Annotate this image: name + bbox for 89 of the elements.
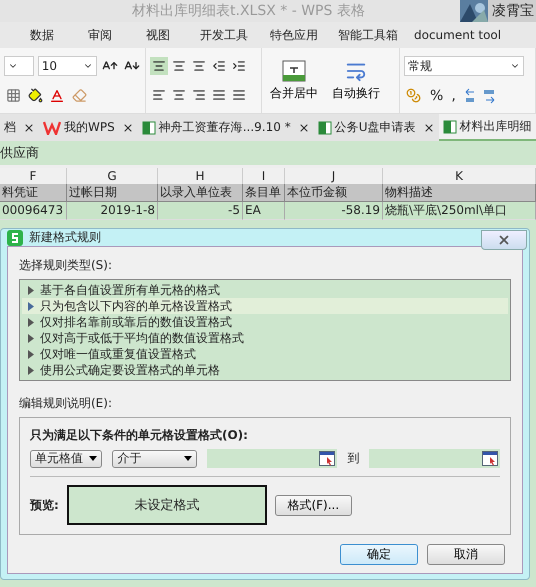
table-cell: 烧瓶\平底\250ml\单口 bbox=[383, 202, 536, 220]
close-button[interactable] bbox=[481, 230, 527, 250]
item-label: 仅对唯一值或重复值设置格式 bbox=[40, 346, 196, 362]
tab-label: 神舟工资董存海...9.10 * bbox=[158, 119, 291, 136]
rule-type-item[interactable]: 只为包含以下内容的单元格设置格式 bbox=[22, 298, 508, 314]
spreadsheet-icon bbox=[442, 120, 456, 134]
cell-content: 供应商 bbox=[0, 145, 39, 162]
document-tab[interactable]: 我的WPS bbox=[39, 114, 138, 141]
item-label: 只为包含以下内容的单元格设置格式 bbox=[40, 298, 232, 314]
item-label: 基于各自值设置所有单元格的格式 bbox=[40, 282, 220, 298]
close-icon[interactable] bbox=[23, 122, 35, 134]
fill-color-icon[interactable] bbox=[26, 86, 44, 105]
section-label: 编辑规则说明(E): bbox=[19, 395, 113, 412]
rule-type-item[interactable]: 基于各自值设置所有单元格的格式 bbox=[22, 282, 508, 298]
tab-label: 档 bbox=[4, 119, 16, 136]
preview-label: 预览: bbox=[30, 496, 59, 514]
close-icon[interactable] bbox=[422, 122, 434, 134]
comma-button[interactable]: , bbox=[451, 88, 456, 104]
rule-type-item[interactable]: 仅对唯一值或重复值设置格式 bbox=[22, 346, 508, 362]
tab-label: 我的WPS bbox=[64, 119, 115, 136]
cell-picker-icon bbox=[319, 451, 336, 466]
column-header: G bbox=[67, 168, 158, 184]
menu-tab[interactable]: 数据 bbox=[30, 26, 54, 44]
user-name: 凌霄宝 bbox=[492, 2, 535, 20]
menu-tab[interactable]: document tool bbox=[414, 28, 502, 42]
document-tab[interactable]: 材料出库明细 bbox=[438, 114, 536, 141]
number-format-select[interactable]: 常规 bbox=[404, 56, 524, 76]
merge-center-button[interactable]: 合并居中 bbox=[266, 60, 322, 102]
rule-type-item[interactable]: 仅对高于或低于平均值的数值设置格式 bbox=[22, 330, 508, 346]
document-tab[interactable]: 档 bbox=[0, 114, 39, 141]
merge-cells-icon bbox=[282, 60, 306, 82]
column-header: I bbox=[243, 168, 285, 184]
column-header: K bbox=[383, 168, 536, 184]
value-field[interactable] bbox=[369, 449, 500, 468]
section-label: 选择规则类型(S): bbox=[19, 257, 114, 274]
table-cell: 2019-1-8 bbox=[67, 202, 158, 220]
table-cell: 料凭证 bbox=[0, 184, 67, 202]
currency-icon[interactable] bbox=[404, 86, 422, 105]
cell-picker-icon bbox=[482, 451, 498, 466]
format-button[interactable]: 格式(F)... bbox=[274, 494, 352, 516]
document-tab[interactable]: 公务U盘申请表 bbox=[314, 114, 438, 141]
value-field[interactable] bbox=[206, 449, 338, 468]
operand-dropdown[interactable]: 单元格值 bbox=[30, 450, 102, 468]
format-preview: 未设定格式 bbox=[66, 485, 267, 525]
spreadsheet-icon bbox=[318, 120, 332, 134]
wrap-text-button[interactable]: 自动换行 bbox=[328, 60, 384, 102]
menu-tab[interactable]: 审阅 bbox=[88, 26, 112, 44]
dialog-title: 新建格式规则 bbox=[29, 229, 101, 246]
dropdown-arrow-icon bbox=[184, 456, 192, 461]
operator-dropdown[interactable]: 介于 bbox=[112, 450, 197, 468]
column-header: H bbox=[158, 168, 243, 184]
window-title: 材料出库明细表t.XLSX * - WPS 表格 bbox=[132, 2, 365, 20]
item-label: 仅对高于或低于平均值的数值设置格式 bbox=[40, 330, 244, 346]
table-cell: 物料描述 bbox=[383, 184, 536, 202]
rule-type-item[interactable]: 使用公式确定要设置格式的单元格 bbox=[22, 362, 508, 378]
table-cell: EA bbox=[243, 202, 285, 220]
percent-button[interactable]: % bbox=[430, 88, 444, 104]
condition-label: 只为满足以下条件的单元格设置格式(O): bbox=[30, 427, 249, 444]
align-top-icon[interactable] bbox=[150, 56, 168, 75]
ok-button[interactable]: 确定 bbox=[340, 544, 418, 565]
column-header: J bbox=[285, 168, 383, 184]
spreadsheet-icon bbox=[142, 120, 156, 134]
item-label: 使用公式确定要设置格式的单元格 bbox=[40, 362, 220, 378]
table-cell: 条目单 bbox=[243, 184, 285, 202]
document-tab[interactable]: 神舟工资董存海...9.10 * bbox=[138, 114, 314, 141]
menu-tab[interactable]: 开发工具 bbox=[200, 26, 248, 44]
menu-tab[interactable]: 特色应用 bbox=[270, 26, 318, 44]
font-size-select[interactable]: 10 bbox=[38, 56, 98, 76]
table-cell: -5 bbox=[158, 202, 243, 220]
tab-label: 材料出库明细 bbox=[460, 118, 532, 135]
table-cell: 以录入单位表 bbox=[158, 184, 243, 202]
close-icon bbox=[497, 233, 511, 247]
column-header: F bbox=[0, 168, 67, 184]
table-cell: -58.19 bbox=[285, 202, 383, 220]
dropdown-arrow-icon bbox=[89, 456, 98, 461]
menu-tab[interactable]: 智能工具箱 bbox=[338, 26, 398, 44]
menu-tab[interactable]: 视图 bbox=[146, 26, 170, 44]
close-icon[interactable] bbox=[298, 122, 310, 134]
cancel-button[interactable]: 取消 bbox=[427, 544, 505, 565]
w-logo-icon bbox=[43, 120, 61, 134]
close-icon[interactable] bbox=[122, 122, 134, 134]
tab-label: 公务U盘申请表 bbox=[334, 119, 416, 136]
app-logo-icon bbox=[7, 230, 23, 246]
to-label: 到 bbox=[347, 450, 360, 467]
table-cell: 过帐日期 bbox=[67, 184, 158, 202]
table-cell: 00096473 bbox=[0, 202, 67, 220]
item-label: 仅对排名靠前或靠后的数值设置格式 bbox=[40, 314, 232, 330]
rule-type-item[interactable]: 仅对排名靠前或靠后的数值设置格式 bbox=[22, 314, 508, 330]
table-cell: 本位币金额 bbox=[285, 184, 383, 202]
